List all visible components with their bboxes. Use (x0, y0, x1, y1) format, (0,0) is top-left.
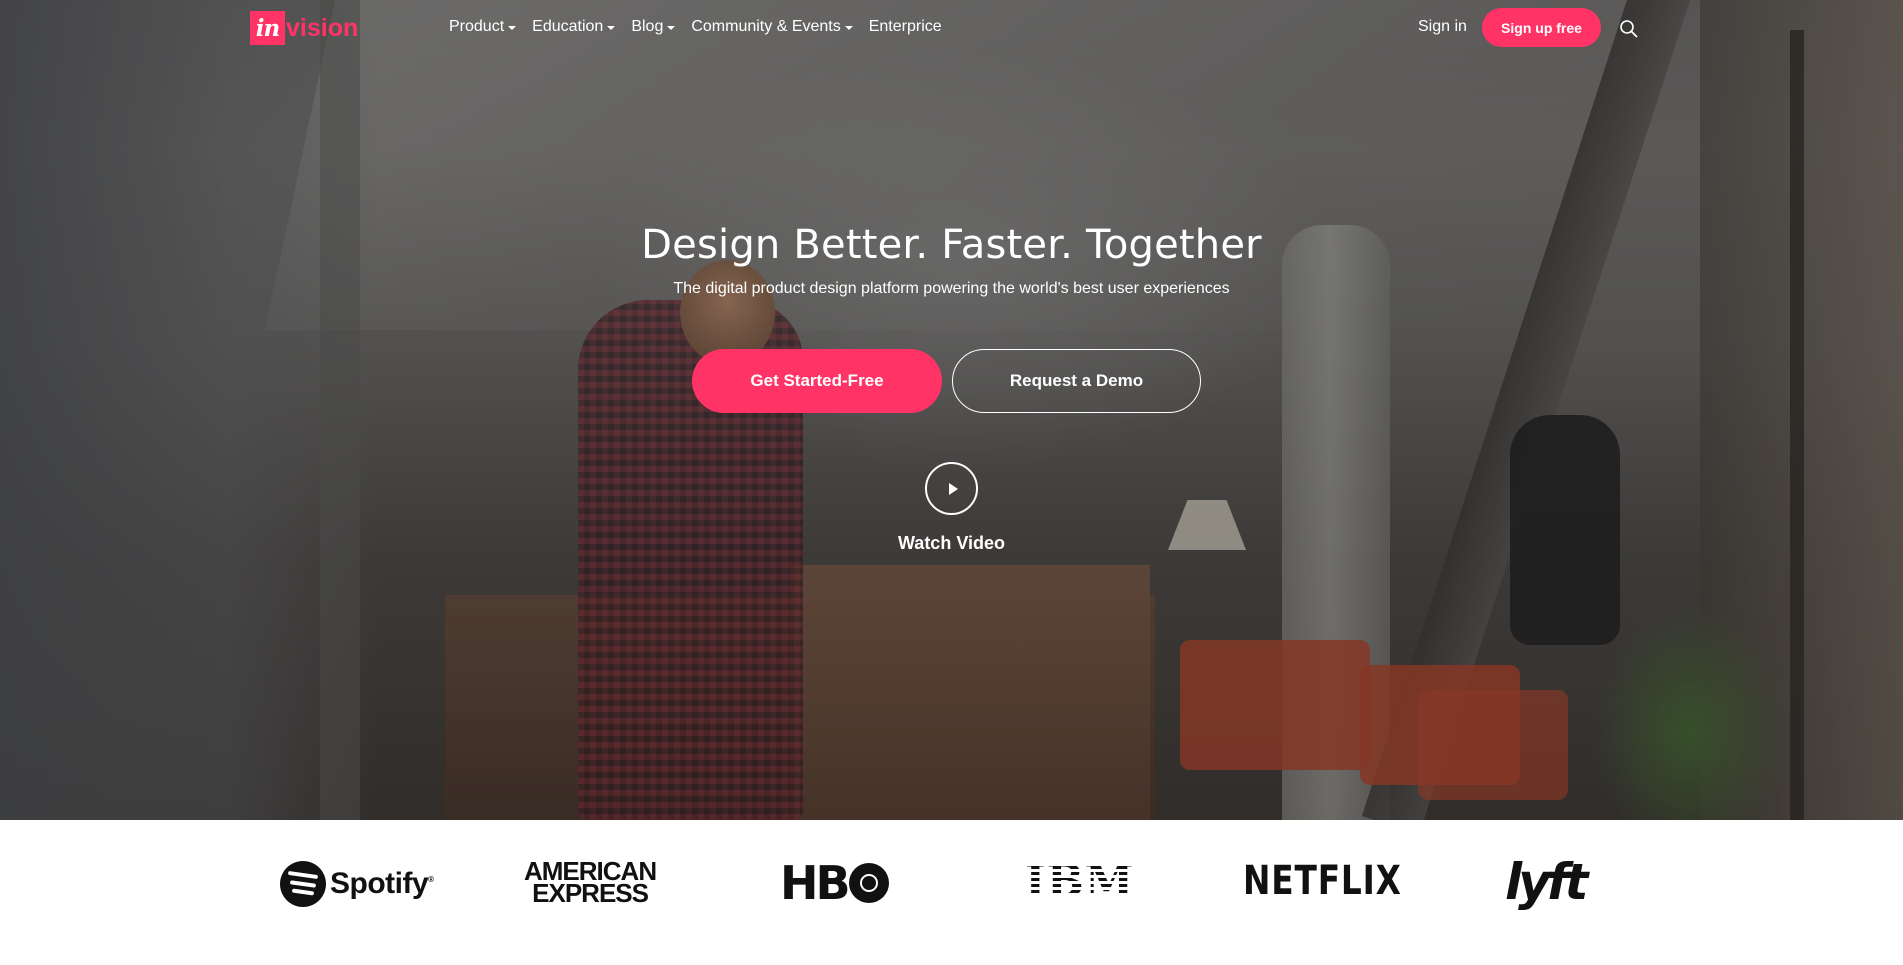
play-video-button[interactable] (925, 462, 978, 515)
amex-line-2: EXPRESS (532, 878, 649, 908)
sign-in-link[interactable]: Sign in (1418, 18, 1467, 36)
play-icon (948, 482, 958, 495)
nav-item-enterprise[interactable]: Enterprice (869, 18, 942, 36)
chevron-down-icon (667, 25, 676, 30)
logo-wordmark: vision (286, 13, 359, 42)
nav-item-label: Community & Events (691, 18, 841, 35)
main-nav: Product Education Blog Community & Event… (449, 18, 958, 36)
invision-logo[interactable]: in vision (250, 11, 358, 45)
nav-item-label: Blog (631, 18, 664, 35)
chevron-down-icon (844, 25, 853, 30)
get-started-button[interactable]: Get Started-Free (692, 349, 942, 413)
hero-dark-overlay (0, 0, 1903, 820)
search-icon[interactable] (1619, 19, 1639, 39)
hbo-logo: HB (780, 856, 889, 910)
nav-item-community-events[interactable]: Community & Events (691, 18, 853, 36)
lyft-logo: lyft (1505, 853, 1588, 911)
watch-video-label[interactable]: Watch Video (0, 533, 1903, 554)
hbo-wordmark: HB (780, 856, 851, 910)
request-demo-button[interactable]: Request a Demo (952, 349, 1201, 413)
logo-mark: in (250, 11, 285, 45)
netflix-logo: NETFLIX (1243, 858, 1402, 904)
nav-item-product[interactable]: Product (449, 18, 517, 36)
top-navigation: in vision Product Education Blog Communi… (0, 0, 1903, 58)
hero-background (0, 0, 1903, 820)
hero-subtitle: The digital product design platform powe… (673, 280, 1230, 297)
nav-item-blog[interactable]: Blog (631, 18, 676, 36)
chevron-down-icon (607, 25, 616, 30)
american-express-logo: AMERICAN EXPRESS (524, 858, 657, 908)
sign-up-button[interactable]: Sign up free (1482, 8, 1601, 47)
ibm-logo: IBM (1025, 856, 1135, 907)
spotify-wordmark: Spotify® (330, 867, 434, 900)
nav-item-label: Education (532, 18, 604, 35)
hbo-o-icon (848, 863, 889, 903)
client-logos: Spotify® AMERICAN EXPRESS HB IBM NETFLIX… (0, 820, 1903, 965)
spotify-logo: Spotify® (280, 860, 434, 908)
nav-item-education[interactable]: Education (532, 18, 616, 36)
nav-item-label: Product (449, 18, 505, 35)
chevron-down-icon (508, 25, 517, 30)
hero-title: Design Better. Faster. Together (641, 222, 1262, 268)
nav-item-label: Enterprice (868, 18, 942, 35)
spotify-icon (280, 861, 326, 907)
